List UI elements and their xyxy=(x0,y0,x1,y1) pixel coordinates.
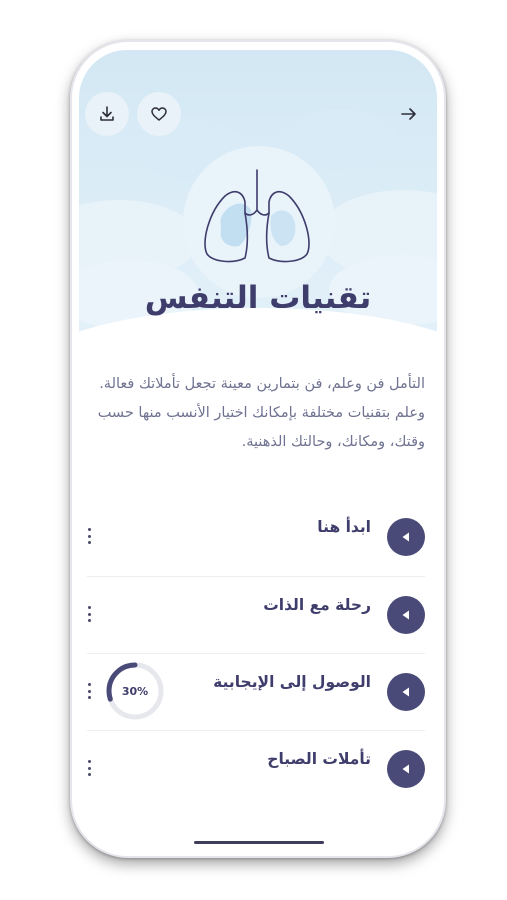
play-button[interactable] xyxy=(387,596,425,634)
kebab-menu-icon[interactable] xyxy=(87,528,91,544)
heart-icon xyxy=(151,107,167,121)
play-icon xyxy=(402,764,409,774)
list-item[interactable]: ابدأ هنا xyxy=(87,498,429,574)
play-icon xyxy=(402,532,409,542)
lesson-title: ابدأ هنا xyxy=(317,518,371,536)
play-button[interactable] xyxy=(387,750,425,788)
app-screen: تقنيات التنفس التأمل فن وعلم، فن بتمارين… xyxy=(79,50,437,848)
page-title: تقنيات التنفس xyxy=(144,280,372,316)
list-item[interactable]: الوصول إلى الإيجابية 30% xyxy=(87,653,429,729)
favorite-button[interactable] xyxy=(137,92,181,136)
back-button[interactable] xyxy=(387,92,431,136)
play-button[interactable] xyxy=(387,518,425,556)
kebab-menu-icon[interactable] xyxy=(87,760,91,776)
kebab-menu-icon[interactable] xyxy=(87,606,91,622)
play-icon xyxy=(402,687,409,697)
list-item[interactable]: رحلة مع الذات xyxy=(87,576,429,652)
progress-ring: 30% xyxy=(105,661,165,721)
arrow-right-icon xyxy=(401,108,416,120)
list-item[interactable]: تأملات الصباح xyxy=(87,730,429,806)
download-icon xyxy=(100,106,114,121)
lesson-title: تأملات الصباح xyxy=(267,750,371,768)
lungs-icon xyxy=(204,169,310,263)
play-button[interactable] xyxy=(387,673,425,711)
download-button[interactable] xyxy=(85,92,129,136)
progress-label: 30% xyxy=(121,684,149,698)
page-description: التأمل فن وعلم، فن بتمارين معينة تجعل تأ… xyxy=(97,376,425,450)
lesson-title: الوصول إلى الإيجابية xyxy=(213,673,371,691)
play-icon xyxy=(402,610,409,620)
kebab-menu-icon[interactable] xyxy=(87,683,91,699)
home-indicator xyxy=(194,841,324,844)
lesson-title: رحلة مع الذات xyxy=(263,596,371,614)
